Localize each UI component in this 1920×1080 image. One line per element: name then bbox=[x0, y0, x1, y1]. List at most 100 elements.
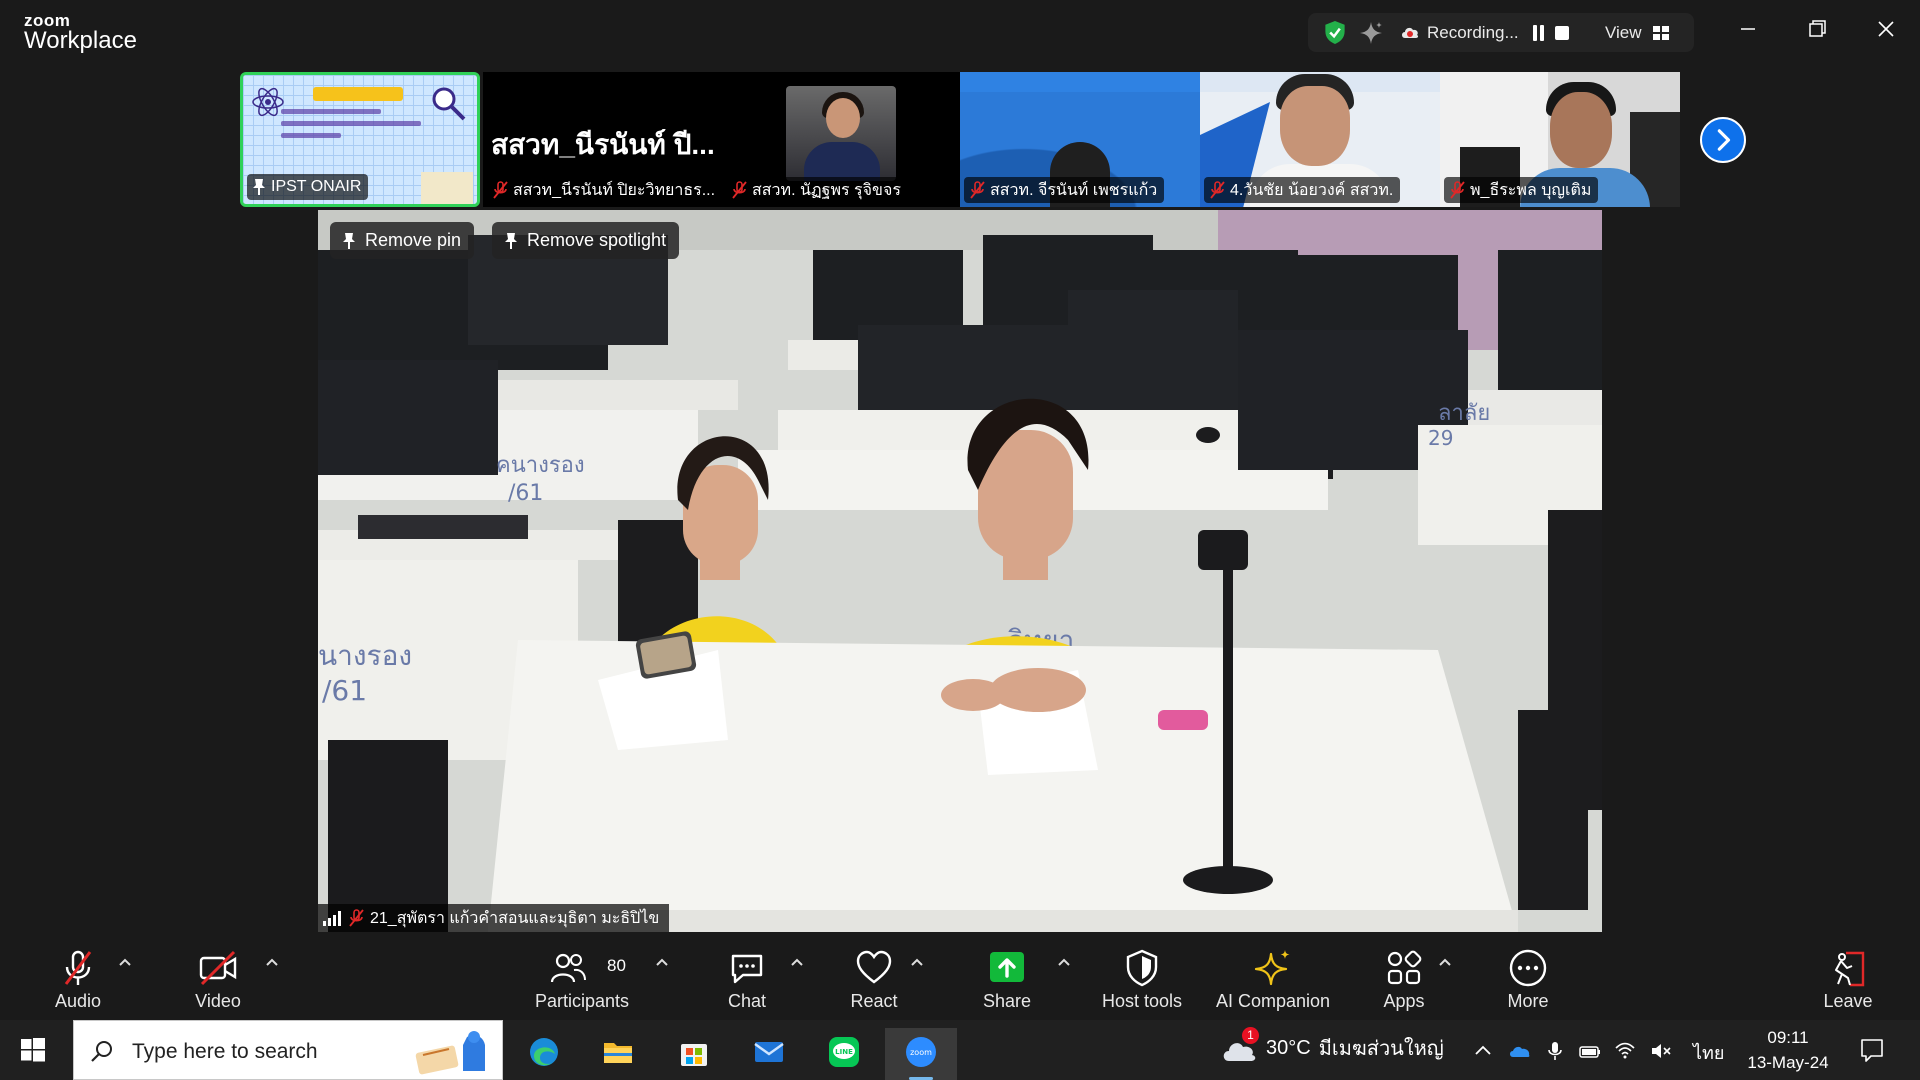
participant-name: 4.วันชัย น้อยวงค์ สสวท. bbox=[1204, 177, 1401, 203]
chat-button[interactable]: Chat bbox=[707, 932, 787, 1020]
apps-icon bbox=[1387, 950, 1422, 985]
clock-time: 09:11 bbox=[1767, 1028, 1809, 1047]
wall-text: นางรอง bbox=[318, 639, 412, 672]
shield-icon bbox=[1126, 949, 1158, 987]
participants-button[interactable]: 80 Participants bbox=[525, 932, 639, 1020]
participants-options-chevron-icon[interactable] bbox=[655, 956, 669, 968]
title-bar: zoom Workplace Recording... View bbox=[0, 0, 1920, 66]
more-button[interactable]: More bbox=[1488, 932, 1568, 1020]
ai-sparkle-icon[interactable] bbox=[1358, 20, 1384, 46]
heart-icon bbox=[856, 950, 892, 984]
apps-options-chevron-icon[interactable] bbox=[1438, 956, 1452, 968]
remove-spotlight-button[interactable]: Remove spotlight bbox=[492, 222, 680, 259]
chat-bubble-icon bbox=[731, 954, 763, 984]
leave-button[interactable]: Leave bbox=[1808, 932, 1888, 1020]
meeting-toolbar: Audio Video 80 Participants Chat React S… bbox=[0, 932, 1920, 1020]
video-button[interactable]: Video bbox=[178, 932, 258, 1020]
stop-recording-icon[interactable] bbox=[1555, 26, 1569, 40]
show-hidden-icons-chevron-icon[interactable] bbox=[1472, 1040, 1494, 1062]
mic-muted-icon bbox=[349, 909, 364, 927]
folder-icon bbox=[604, 1043, 632, 1063]
store-icon bbox=[681, 1044, 707, 1066]
participant-tile[interactable]: สสวท. จีรนันท์ เพชรแก้ว bbox=[960, 72, 1200, 207]
spotlight-video[interactable]: คนางรอง /61 นางรอง /61 ลาลัย 29 วิทยา bbox=[318, 210, 1602, 932]
minimize-icon[interactable] bbox=[1733, 14, 1763, 44]
taskbar-app-file-explorer[interactable] bbox=[582, 1028, 654, 1080]
onedrive-cloud-icon[interactable] bbox=[1509, 1040, 1531, 1062]
apps-button[interactable]: Apps bbox=[1364, 932, 1444, 1020]
speaker-muted-icon[interactable] bbox=[1650, 1040, 1672, 1062]
view-button[interactable]: View bbox=[1605, 23, 1642, 43]
weather-alert-badge: 1 bbox=[1242, 1027, 1259, 1044]
taskbar-app-store[interactable] bbox=[658, 1028, 730, 1080]
battery-icon[interactable] bbox=[1579, 1040, 1601, 1062]
app-logo: zoom Workplace bbox=[24, 12, 137, 53]
input-language-indicator[interactable]: ไทย bbox=[1693, 1038, 1724, 1067]
search-placeholder: Type here to search bbox=[132, 1040, 318, 1063]
windows-start-icon[interactable] bbox=[21, 1038, 45, 1062]
gallery-view-icon[interactable] bbox=[1653, 26, 1670, 40]
system-clock[interactable]: 09:11 13-May-24 bbox=[1738, 1025, 1838, 1075]
mic-muted-icon bbox=[1210, 181, 1225, 199]
edge-browser-icon bbox=[530, 1038, 558, 1066]
weather-temperature: 30°C bbox=[1266, 1036, 1311, 1059]
connection-signal-icon bbox=[323, 911, 341, 926]
taskbar-app-zoom[interactable]: zoom bbox=[885, 1028, 957, 1080]
participant-name: พ_ธีระพล บุญเติม bbox=[1444, 177, 1599, 203]
taskbar-app-mail[interactable] bbox=[733, 1028, 805, 1080]
react-button[interactable]: React bbox=[834, 932, 914, 1020]
participant-strip: IPST ONAIR สสวท_นีรนันท์ ปี... สสวท_นีรน… bbox=[240, 72, 1680, 207]
video-frame: คนางรอง /61 นางรอง /61 ลาลัย 29 วิทยา bbox=[318, 210, 1602, 932]
wifi-icon[interactable] bbox=[1614, 1040, 1636, 1062]
host-tools-button[interactable]: Host tools bbox=[1092, 932, 1192, 1020]
mic-muted-icon bbox=[64, 950, 92, 985]
speaker-nameplate: 21_สุพัตรา แก้วคำสอนและมุธิตา มะธิปิไข bbox=[318, 904, 670, 932]
video-options-chevron-icon[interactable] bbox=[265, 956, 279, 968]
mic-muted-icon bbox=[970, 181, 985, 199]
audio-options-chevron-icon[interactable] bbox=[118, 956, 132, 968]
mic-muted-icon bbox=[493, 181, 508, 199]
spotlight-pin-icon bbox=[505, 232, 517, 249]
react-options-chevron-icon[interactable] bbox=[910, 956, 924, 968]
audio-button[interactable]: Audio bbox=[38, 932, 118, 1020]
taskbar-app-line[interactable]: LINE bbox=[808, 1028, 880, 1080]
video-off-icon bbox=[199, 950, 237, 986]
search-icon bbox=[91, 1041, 112, 1062]
remove-pin-button[interactable]: Remove pin bbox=[330, 222, 475, 259]
taskbar-app-edge[interactable] bbox=[508, 1028, 580, 1080]
mic-muted-icon bbox=[732, 181, 747, 199]
share-options-chevron-icon[interactable] bbox=[1057, 956, 1071, 968]
participant-tile[interactable]: IPST ONAIR bbox=[240, 72, 480, 207]
zoom-app-icon: zoom bbox=[906, 1037, 936, 1067]
svg-text:LINE: LINE bbox=[835, 1048, 853, 1056]
taskbar-search-input[interactable]: Type here to search bbox=[73, 1020, 503, 1080]
wall-text: ลาลัย bbox=[1438, 401, 1490, 426]
more-dots-icon bbox=[1509, 949, 1547, 987]
wall-text: /61 bbox=[322, 674, 367, 707]
participant-name: สสวท_นีรนันท์ ปิยะวิทยาธร... bbox=[487, 177, 723, 203]
participant-name: สสวท. จีรนันท์ เพชรแก้ว bbox=[964, 177, 1165, 203]
meeting-status-pill: Recording... View bbox=[1308, 13, 1694, 52]
participants-count: 80 bbox=[607, 956, 626, 975]
participant-name: IPST ONAIR bbox=[247, 174, 369, 200]
participant-display-name: สสวท_นีรนันท์ ปี... bbox=[491, 129, 715, 160]
restore-icon[interactable] bbox=[1802, 14, 1832, 44]
magnifier-icon bbox=[432, 87, 466, 121]
notification-center-icon[interactable] bbox=[1858, 1036, 1886, 1064]
chat-options-chevron-icon[interactable] bbox=[790, 956, 804, 968]
share-button[interactable]: Share bbox=[967, 932, 1047, 1020]
encryption-shield-icon[interactable] bbox=[1323, 20, 1347, 45]
close-icon[interactable] bbox=[1871, 14, 1901, 44]
next-page-chevron-icon[interactable] bbox=[1700, 117, 1746, 163]
pin-icon bbox=[343, 232, 355, 249]
participant-tile[interactable]: พ_ธีระพล บุญเติม bbox=[1440, 72, 1680, 207]
participant-tile[interactable]: สสวท_นีรนันท์ ปี... สสวท_นีรนันท์ ปิยะวิ… bbox=[483, 72, 960, 207]
participant-video bbox=[786, 86, 896, 181]
pause-recording-icon[interactable] bbox=[1532, 25, 1546, 41]
microphone-icon[interactable] bbox=[1544, 1040, 1566, 1062]
pin-icon bbox=[253, 179, 265, 195]
ai-companion-button[interactable]: AI Companion bbox=[1208, 932, 1338, 1020]
participant-name: สสวท. นัฏฐพร รุจิขจร bbox=[726, 177, 908, 203]
weather-widget[interactable]: 1 30°C มีเมฆส่วนใหญ่ bbox=[1220, 1027, 1444, 1064]
participant-tile[interactable]: 4.วันชัย น้อยวงค์ สสวท. bbox=[1200, 72, 1440, 207]
